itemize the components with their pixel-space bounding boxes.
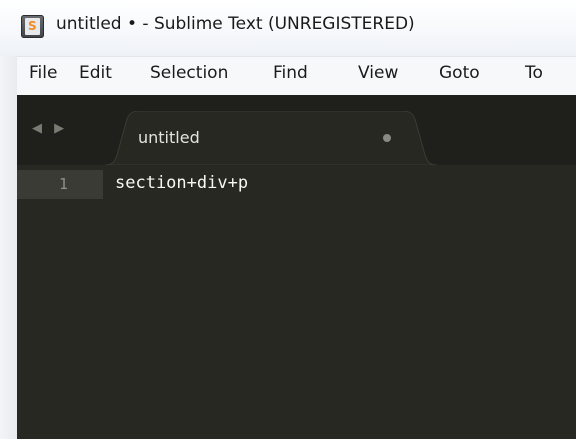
code-line[interactable]: section+div+p [115, 173, 248, 193]
tab-navigation-arrows-icon[interactable]: ◀ ▶ [32, 121, 68, 136]
editor-area[interactable]: ◀ ▶ untitled 1 section+div+p [17, 95, 576, 439]
window-left-frame [0, 56, 17, 439]
sublime-window: S untitled • - Sublime Text (UNREGISTERE… [0, 0, 576, 439]
sublime-logo-letter: S [28, 19, 37, 33]
unsaved-dot-icon[interactable] [383, 134, 391, 142]
window-title: untitled • - Sublime Text (UNREGISTERED) [56, 14, 415, 34]
title-bar: S untitled • - Sublime Text (UNREGISTERE… [0, 0, 576, 56]
menu-edit[interactable]: Edit [79, 63, 112, 83]
tab-bar: ◀ ▶ untitled [17, 95, 576, 165]
menu-view[interactable]: View [358, 63, 398, 83]
menu-tools[interactable]: To [525, 63, 543, 83]
line-number: 1 [59, 175, 69, 193]
tab-untitled[interactable]: untitled [105, 111, 437, 165]
tab-label: untitled [138, 128, 200, 147]
menu-find[interactable]: Find [273, 63, 308, 83]
sublime-text-icon[interactable]: S [21, 15, 44, 38]
menu-file[interactable]: File [29, 63, 57, 83]
sublime-logo-glyph: S [25, 18, 40, 35]
menu-selection[interactable]: Selection [150, 63, 228, 83]
menu-goto[interactable]: Goto [439, 63, 480, 83]
menu-bar: File Edit Selection Find View Goto To [17, 56, 576, 97]
